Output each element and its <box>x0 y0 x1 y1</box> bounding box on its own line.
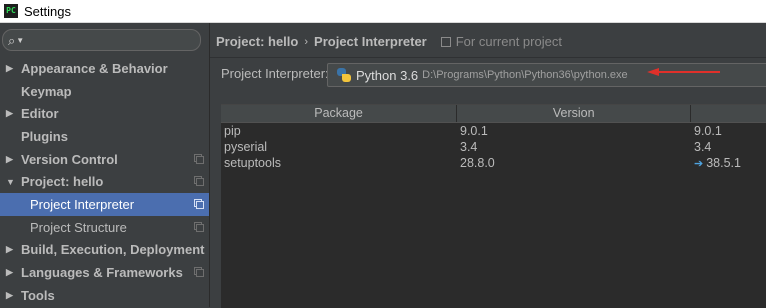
package-version-cell: 9.0.1 <box>460 124 488 138</box>
package-name-cell: setuptools <box>224 156 281 170</box>
table-row[interactable]: pip 9.0.1 9.0.1 <box>221 123 766 139</box>
settings-tree: ▶ Appearance & Behavior Keymap ▶ Editor Plugi… <box>0 57 209 307</box>
column-header-package[interactable]: Package <box>221 105 458 122</box>
sidebar-item-label: Tools <box>21 287 55 303</box>
project-scope-icon <box>194 199 204 210</box>
sidebar-item-plugins[interactable]: Plugins <box>0 125 209 148</box>
sidebar-item-label: Keymap <box>21 83 72 99</box>
collapsed-arrow-icon[interactable]: ▶ <box>6 154 16 165</box>
breadcrumb-separator: › <box>304 35 309 48</box>
package-name-cell: pip <box>224 124 241 138</box>
column-header-latest[interactable] <box>691 105 766 122</box>
sidebar-item-label: Plugins <box>21 128 68 144</box>
table-header: Package Version <box>221 105 766 123</box>
project-scope-icon <box>194 221 204 232</box>
sidebar-item-tools[interactable]: ▶ Tools <box>0 284 209 307</box>
interpreter-path: D:\Programs\Python\Python36\python.exe <box>422 69 628 81</box>
breadcrumb-parent[interactable]: Project: hello <box>216 34 298 49</box>
collapsed-arrow-icon[interactable]: ▶ <box>6 290 16 301</box>
expanded-arrow-icon[interactable]: ▼ <box>6 177 16 187</box>
pycharm-app-icon: PC <box>4 4 18 18</box>
table-body: pip 9.0.1 9.0.1 pyserial 3.4 3.4 setuptools 28.… <box>221 123 766 171</box>
sidebar-item-editor[interactable]: ▶ Editor <box>0 102 209 125</box>
project-scope-icon <box>194 153 204 164</box>
python-icon <box>337 68 351 82</box>
latest-version-text: 9.0.1 <box>694 124 722 138</box>
collapsed-arrow-icon[interactable]: ▶ <box>6 244 16 255</box>
sidebar-item-project-interpreter[interactable]: Project Interpreter <box>0 193 209 216</box>
settings-content: Project: hello › Project Interpreter For… <box>210 23 766 308</box>
latest-version-text: 3.4 <box>694 140 712 154</box>
table-row[interactable]: pyserial 3.4 3.4 <box>221 139 766 155</box>
package-latest-cell: 9.0.1 <box>691 123 766 139</box>
collapsed-arrow-icon[interactable]: ▶ <box>6 108 16 119</box>
latest-version-text: 38.5.1 <box>706 156 741 170</box>
settings-sidebar: ⌕ ▼ ▶ Appearance & Behavior Keymap ▶ Editor P… <box>0 23 210 307</box>
sidebar-item-project-hello[interactable]: ▼ Project: hello <box>0 170 209 193</box>
sidebar-item-label: Build, Execution, Deployment <box>21 242 205 258</box>
header-divider <box>210 57 766 58</box>
sidebar-item-label: Version Control <box>21 151 118 167</box>
collapsed-arrow-icon[interactable]: ▶ <box>6 267 16 278</box>
collapsed-arrow-icon[interactable]: ▶ <box>6 63 16 74</box>
breadcrumb-current: Project Interpreter <box>314 34 427 49</box>
search-dropdown-icon[interactable]: ▼ <box>16 36 24 45</box>
sidebar-item-label: Appearance & Behavior <box>21 60 168 76</box>
table-row[interactable]: setuptools 28.8.0 ➔ 38.5.1 <box>221 155 766 171</box>
annotation-arrow-icon <box>647 68 720 76</box>
project-scope-icon <box>440 36 451 47</box>
sidebar-item-label: Project Structure <box>30 219 127 235</box>
title-bar: PC Settings <box>0 0 766 23</box>
sidebar-item-project-structure[interactable]: Project Structure <box>0 216 209 239</box>
sidebar-item-label: Project: hello <box>21 174 104 190</box>
upgrade-arrow-icon[interactable]: ➔ <box>694 158 703 170</box>
sidebar-item-label: Editor <box>21 106 59 122</box>
package-latest-cell: 3.4 <box>691 139 766 155</box>
interpreter-label: Project Interpreter: <box>221 66 329 81</box>
scope-note: For current project <box>440 34 562 49</box>
sidebar-item-keymap[interactable]: Keymap <box>0 80 209 103</box>
package-version-cell: 3.4 <box>460 140 478 154</box>
interpreter-row: Project Interpreter: Python 3.6 D:\Progr… <box>221 63 766 87</box>
sidebar-item-build-execution-deployment[interactable]: ▶ Build, Execution, Deployment <box>0 239 209 262</box>
project-scope-icon <box>194 267 204 278</box>
sidebar-item-label: Project Interpreter <box>30 196 135 212</box>
project-scope-icon <box>194 176 204 187</box>
sidebar-item-languages-frameworks[interactable]: ▶ Languages & Frameworks <box>0 261 209 284</box>
settings-search-input[interactable]: ⌕ ▼ <box>2 29 201 51</box>
column-header-version[interactable]: Version <box>457 105 692 122</box>
packages-table: Package Version pip 9.0.1 9.0.1 pyserial 3.4… <box>221 104 766 308</box>
search-icon[interactable]: ⌕ <box>8 34 15 47</box>
sidebar-item-appearance-behavior[interactable]: ▶ Appearance & Behavior <box>0 57 209 80</box>
breadcrumb: Project: hello › Project Interpreter For… <box>216 34 562 49</box>
package-version-cell: 28.8.0 <box>460 156 495 170</box>
package-name-cell: pyserial <box>224 140 268 154</box>
window-title: Settings <box>24 3 71 19</box>
interpreter-name: Python 3.6 <box>356 67 419 83</box>
sidebar-item-label: Languages & Frameworks <box>21 265 183 281</box>
sidebar-item-version-control[interactable]: ▶ Version Control <box>0 148 209 171</box>
scope-text: For current project <box>455 34 562 49</box>
package-latest-cell: ➔ 38.5.1 <box>691 155 766 171</box>
